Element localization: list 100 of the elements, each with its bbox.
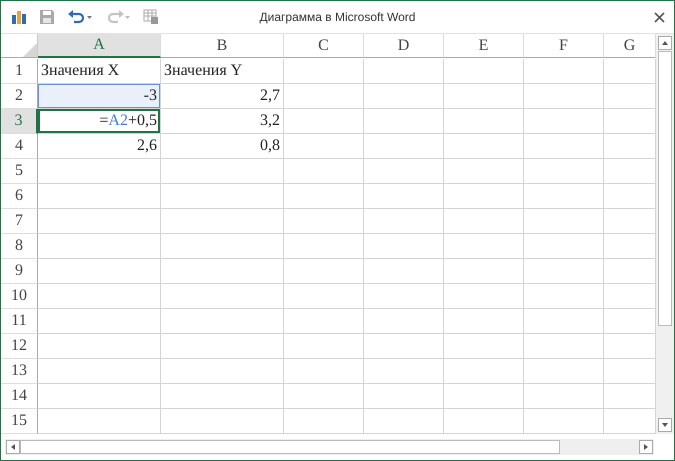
empty-cell[interactable] — [38, 184, 161, 209]
empty-cell[interactable] — [161, 334, 284, 359]
empty-cell[interactable] — [161, 384, 284, 409]
empty-cell[interactable] — [524, 159, 604, 184]
empty-cell[interactable] — [524, 59, 604, 84]
empty-cell[interactable] — [284, 259, 364, 284]
empty-cell[interactable] — [524, 134, 604, 159]
empty-cell[interactable] — [444, 234, 524, 259]
empty-cell[interactable] — [284, 359, 364, 384]
empty-cell[interactable] — [38, 234, 161, 259]
empty-cell[interactable] — [524, 284, 604, 309]
row-header[interactable]: 1 — [1, 59, 38, 84]
row-header[interactable]: 13 — [1, 359, 38, 384]
empty-cell[interactable] — [444, 209, 524, 234]
column-header[interactable]: D — [364, 34, 444, 58]
row-header[interactable]: 6 — [1, 184, 38, 209]
empty-cell[interactable] — [444, 259, 524, 284]
empty-cell[interactable] — [284, 209, 364, 234]
empty-cell[interactable] — [524, 234, 604, 259]
empty-cell[interactable] — [161, 359, 284, 384]
empty-cell[interactable] — [444, 59, 524, 84]
table-cell[interactable]: 2,6 — [38, 134, 161, 159]
table-cell[interactable]: 2,7 — [161, 84, 284, 109]
empty-cell[interactable] — [161, 409, 284, 434]
table-cell[interactable]: -3 — [38, 84, 161, 109]
empty-cell[interactable] — [524, 334, 604, 359]
empty-cell[interactable] — [444, 159, 524, 184]
empty-cell[interactable] — [444, 384, 524, 409]
row-header[interactable]: 9 — [1, 259, 38, 284]
empty-cell[interactable] — [38, 284, 161, 309]
empty-cell[interactable] — [524, 209, 604, 234]
empty-cell[interactable] — [364, 359, 444, 384]
empty-cell[interactable] — [284, 334, 364, 359]
row-header[interactable]: 8 — [1, 234, 38, 259]
empty-cell[interactable] — [161, 259, 284, 284]
row-header[interactable]: 12 — [1, 334, 38, 359]
empty-cell[interactable] — [38, 334, 161, 359]
empty-cell[interactable] — [364, 134, 444, 159]
table-cell[interactable]: 3,2 — [161, 109, 284, 134]
empty-cell[interactable] — [524, 309, 604, 334]
row-header[interactable]: 10 — [1, 284, 38, 309]
empty-cell[interactable] — [38, 159, 161, 184]
scroll-down-icon[interactable] — [658, 418, 672, 432]
empty-cell[interactable] — [364, 59, 444, 84]
scroll-thumb[interactable] — [658, 51, 672, 326]
empty-cell[interactable] — [524, 359, 604, 384]
empty-cell[interactable] — [364, 409, 444, 434]
empty-cell[interactable] — [444, 334, 524, 359]
empty-cell[interactable] — [284, 84, 364, 109]
empty-cell[interactable] — [364, 309, 444, 334]
vertical-scrollbar[interactable] — [656, 34, 674, 434]
select-all-icon[interactable] — [23, 43, 37, 57]
empty-cell[interactable] — [38, 259, 161, 284]
column-header[interactable]: C — [284, 34, 364, 58]
empty-cell[interactable] — [364, 84, 444, 109]
empty-cell[interactable] — [444, 134, 524, 159]
empty-cell[interactable] — [284, 384, 364, 409]
empty-cell[interactable] — [284, 134, 364, 159]
empty-cell[interactable] — [444, 84, 524, 109]
column-header[interactable]: B — [161, 34, 284, 58]
empty-cell[interactable] — [161, 184, 284, 209]
row-header[interactable]: 14 — [1, 384, 38, 409]
empty-cell[interactable] — [364, 234, 444, 259]
row-header[interactable]: 7 — [1, 209, 38, 234]
table-cell[interactable]: Значения Y — [161, 59, 284, 84]
empty-cell[interactable] — [444, 409, 524, 434]
empty-cell[interactable] — [161, 159, 284, 184]
empty-cell[interactable] — [38, 209, 161, 234]
column-header[interactable]: E — [444, 34, 524, 58]
empty-cell[interactable] — [364, 334, 444, 359]
empty-cell[interactable] — [524, 184, 604, 209]
empty-cell[interactable] — [444, 309, 524, 334]
table-cell[interactable]: =A2+0,5 — [38, 109, 161, 134]
row-header[interactable]: 11 — [1, 309, 38, 334]
empty-cell[interactable] — [364, 109, 444, 134]
column-header[interactable]: A — [38, 34, 161, 58]
column-header[interactable]: G — [604, 34, 656, 58]
empty-cell[interactable] — [161, 284, 284, 309]
chart-icon[interactable] — [11, 9, 27, 25]
close-icon[interactable] — [654, 12, 665, 22]
empty-cell[interactable] — [38, 359, 161, 384]
empty-cell[interactable] — [284, 109, 364, 134]
empty-cell[interactable] — [38, 409, 161, 434]
empty-cell[interactable] — [364, 159, 444, 184]
empty-cell[interactable] — [444, 184, 524, 209]
empty-cell[interactable] — [284, 59, 364, 84]
empty-cell[interactable] — [161, 309, 284, 334]
empty-cell[interactable] — [524, 109, 604, 134]
empty-cell[interactable] — [284, 234, 364, 259]
empty-cell[interactable] — [284, 409, 364, 434]
empty-cell[interactable] — [364, 184, 444, 209]
empty-cell[interactable] — [444, 359, 524, 384]
empty-cell[interactable] — [364, 259, 444, 284]
empty-cell[interactable] — [38, 384, 161, 409]
empty-cell[interactable] — [524, 84, 604, 109]
empty-cell[interactable] — [364, 384, 444, 409]
empty-cell[interactable] — [161, 234, 284, 259]
empty-cell[interactable] — [524, 384, 604, 409]
undo-icon[interactable] — [67, 9, 93, 25]
empty-cell[interactable] — [444, 109, 524, 134]
